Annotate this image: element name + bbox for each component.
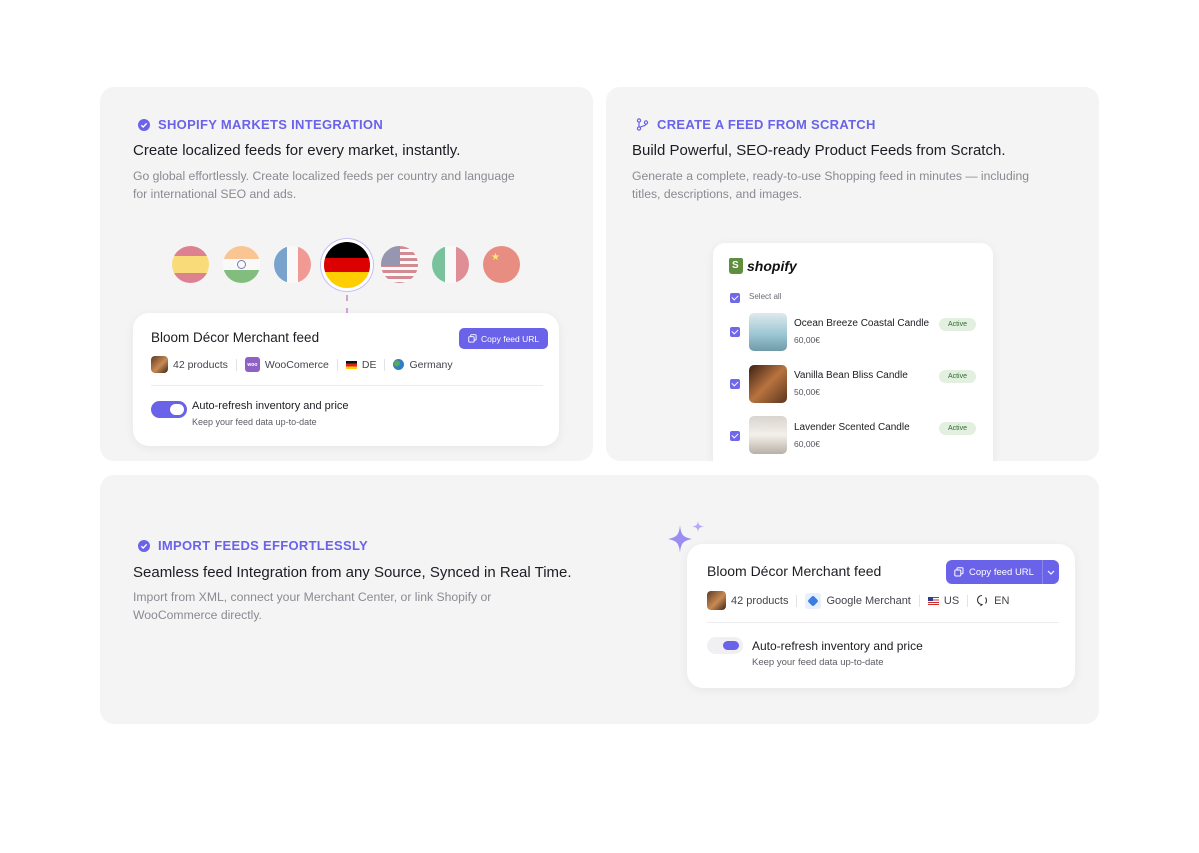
platform: woo WooComerce <box>244 357 329 372</box>
copy-feed-url-label: Copy feed URL <box>969 566 1034 578</box>
products-count: 42 products <box>151 356 228 373</box>
auto-refresh-title: Auto-refresh inventory and price <box>752 639 923 653</box>
status-badge: Active <box>938 370 976 383</box>
speech-icon <box>977 594 988 607</box>
woocommerce-icon: woo <box>244 357 260 372</box>
auto-refresh-toggle[interactable] <box>707 637 743 654</box>
country-code: US <box>927 595 959 607</box>
auto-refresh-subtitle: Keep your feed data up-to-date <box>192 417 317 427</box>
copy-feed-url-split-button: Copy feed URL <box>946 560 1059 584</box>
product-name: Lavender Scented Candle <box>794 422 910 433</box>
shopify-product-panel: shopify Select all Ocean Breeze Coastal … <box>713 243 993 461</box>
country: Germany <box>393 359 453 371</box>
product-name: Vanilla Bean Bliss Candle <box>794 370 908 381</box>
candle-thumbnail <box>151 356 168 373</box>
copy-feed-url-label: Copy feed URL <box>481 333 540 344</box>
git-branch-icon <box>636 118 649 131</box>
card3-heading: Seamless feed Integration from any Sourc… <box>133 564 572 581</box>
copy-feed-url-button[interactable]: Copy feed URL <box>459 328 549 349</box>
select-all-label: Select all <box>749 292 782 301</box>
product-price: 60,00€ <box>794 335 820 345</box>
product-price: 60,00€ <box>794 439 820 449</box>
card2-eyebrow-label: CREATE A FEED FROM SCRATCH <box>657 117 876 132</box>
chevron-down-icon <box>1047 570 1055 575</box>
product-thumbnail <box>749 313 787 351</box>
star-icon: ★ <box>491 252 500 263</box>
divider <box>151 385 543 386</box>
copy-feed-url-button[interactable]: Copy feed URL <box>946 560 1043 584</box>
merchant-feed-card: Bloom Décor Merchant feed Copy feed URL … <box>133 313 559 446</box>
usa-flag-icon <box>927 596 939 605</box>
card3-description: Import from XML, connect your Merchant C… <box>133 590 492 622</box>
check-circle-icon <box>137 539 150 552</box>
product-name: Ocean Breeze Coastal Candle <box>794 318 930 329</box>
feed-title: Bloom Décor Merchant feed <box>707 563 882 579</box>
card1-description: Go global effortlessly. Create localized… <box>133 169 515 201</box>
china-flag-icon[interactable]: ★ <box>483 246 520 283</box>
google-merchant-icon <box>805 592 822 609</box>
copy-options-dropdown[interactable] <box>1043 560 1059 584</box>
card2-heading: Build Powerful, SEO-ready Product Feeds … <box>632 142 1006 159</box>
divider <box>707 622 1059 623</box>
card3-eyebrow-label: IMPORT FEEDS EFFORTLESSLY <box>158 538 368 553</box>
auto-refresh-toggle[interactable] <box>151 401 187 418</box>
feed-from-scratch-card: CREATE A FEED FROM SCRATCH Build Powerfu… <box>606 87 1099 461</box>
germany-flag-icon <box>345 360 357 369</box>
country-code: DE <box>345 359 376 371</box>
product-thumbnail <box>749 416 787 454</box>
markets-integration-card: SHOPIFY MARKETS INTEGRATION Create local… <box>100 87 593 461</box>
connector-line <box>346 295 348 314</box>
copy-icon <box>954 567 964 577</box>
india-flag-icon[interactable] <box>223 246 260 283</box>
card2-description: Generate a complete, ready-to-use Shoppi… <box>632 169 1030 201</box>
card1-heading: Create localized feeds for every market,… <box>133 142 461 159</box>
product-checkbox[interactable] <box>730 327 740 337</box>
select-all-checkbox[interactable] <box>730 293 740 303</box>
check-circle-icon <box>137 118 150 131</box>
france-flag-icon[interactable] <box>274 246 311 283</box>
feed-title: Bloom Décor Merchant feed <box>151 330 320 345</box>
usa-flag-icon[interactable] <box>381 246 418 283</box>
italy-flag-icon[interactable] <box>432 246 469 283</box>
card3-eyebrow: IMPORT FEEDS EFFORTLESSLY <box>137 538 368 553</box>
auto-refresh-title: Auto-refresh inventory and price <box>192 400 349 412</box>
status-badge: Active <box>938 318 976 331</box>
country-flag-row: ★ <box>170 242 530 296</box>
feed-meta-row: 42 products Google Merchant US EN <box>707 591 1009 610</box>
globe-icon <box>393 359 405 370</box>
auto-refresh-subtitle: Keep your feed data up-to-date <box>752 657 884 668</box>
language: EN <box>976 594 1009 607</box>
product-checkbox[interactable] <box>730 379 740 389</box>
feed-meta-row: 42 products woo WooComerce DE Germany <box>151 356 453 373</box>
card1-eyebrow-label: SHOPIFY MARKETS INTEGRATION <box>158 117 384 132</box>
status-badge: Active <box>938 422 976 435</box>
spain-flag-icon[interactable] <box>172 246 209 283</box>
shopify-logo: shopify <box>729 258 797 274</box>
product-price: 50,00€ <box>794 387 820 397</box>
platform: Google Merchant <box>805 592 911 609</box>
germany-flag-icon[interactable] <box>324 242 370 288</box>
product-checkbox[interactable] <box>730 431 740 441</box>
shopify-bag-icon <box>729 258 743 274</box>
import-feeds-card: IMPORT FEEDS EFFORTLESSLY Seamless feed … <box>100 475 1099 724</box>
candle-thumbnail <box>707 591 726 610</box>
copy-icon <box>468 334 477 343</box>
products-count: 42 products <box>707 591 788 610</box>
merchant-feed-card: Bloom Décor Merchant feed Copy feed URL … <box>687 544 1075 688</box>
product-thumbnail <box>749 365 787 403</box>
card1-eyebrow: SHOPIFY MARKETS INTEGRATION <box>137 117 383 132</box>
card2-eyebrow: CREATE A FEED FROM SCRATCH <box>636 117 876 132</box>
